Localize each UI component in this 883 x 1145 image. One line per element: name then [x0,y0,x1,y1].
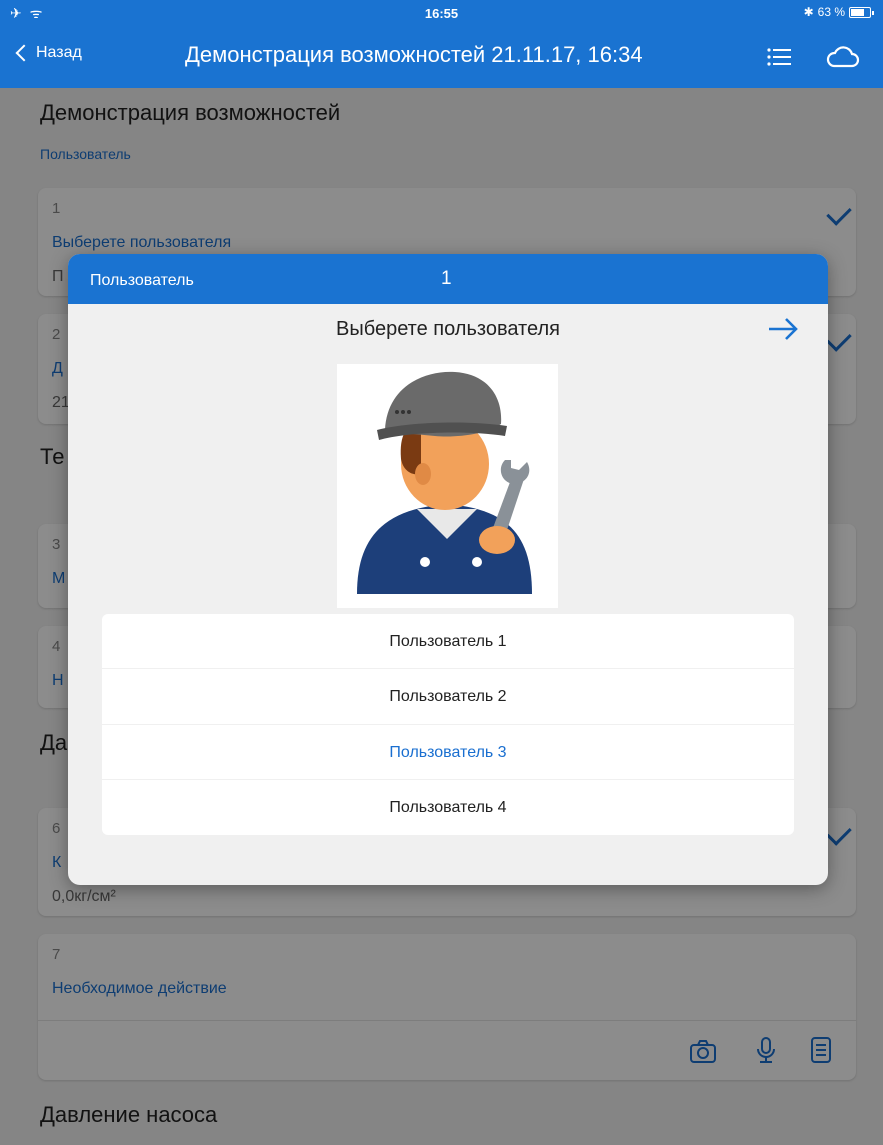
user-picker-modal: Пользователь 1 Выберете пользователя Пол… [68,254,828,885]
option-user-3[interactable]: Пользователь 3 [102,725,794,780]
navigation-bar: Назад Демонстрация возможностей 21.11.17… [0,28,883,88]
options-list: Пользователь 1 Пользователь 2 Пользовате… [102,614,794,835]
battery-icon [849,6,874,18]
page-title: Демонстрация возможностей 21.11.17, 16:3… [185,42,643,67]
option-user-2[interactable]: Пользователь 2 [102,669,794,725]
status-bar: ✈ ᯤ 16:55 ✱ 63 % [0,0,883,28]
back-label: Назад [36,44,82,61]
list-menu-icon[interactable] [766,46,792,68]
cloud-icon[interactable] [826,44,860,70]
top-bar: ✈ ᯤ 16:55 ✱ 63 % Назад Демонстрация возм… [0,0,883,88]
option-user-1[interactable]: Пользователь 1 [102,614,794,670]
modal-header-label: Пользователь [90,272,194,289]
arrow-right-icon[interactable] [766,316,800,342]
bluetooth-icon: ✱ [803,5,814,19]
modal-header: Пользователь 1 [68,254,828,304]
worker-avatar-image [337,364,558,608]
modal-header-number: 1 [441,268,452,289]
modal-question: Выберете пользователя [336,318,560,340]
battery-status: ✱ 63 % [803,5,874,19]
battery-percent: 63 % [817,5,845,19]
back-button[interactable]: Назад [14,44,82,62]
back-chevron-icon [15,44,33,62]
status-time: 16:55 [424,6,459,21]
option-user-4[interactable]: Пользователь 4 [102,780,794,835]
